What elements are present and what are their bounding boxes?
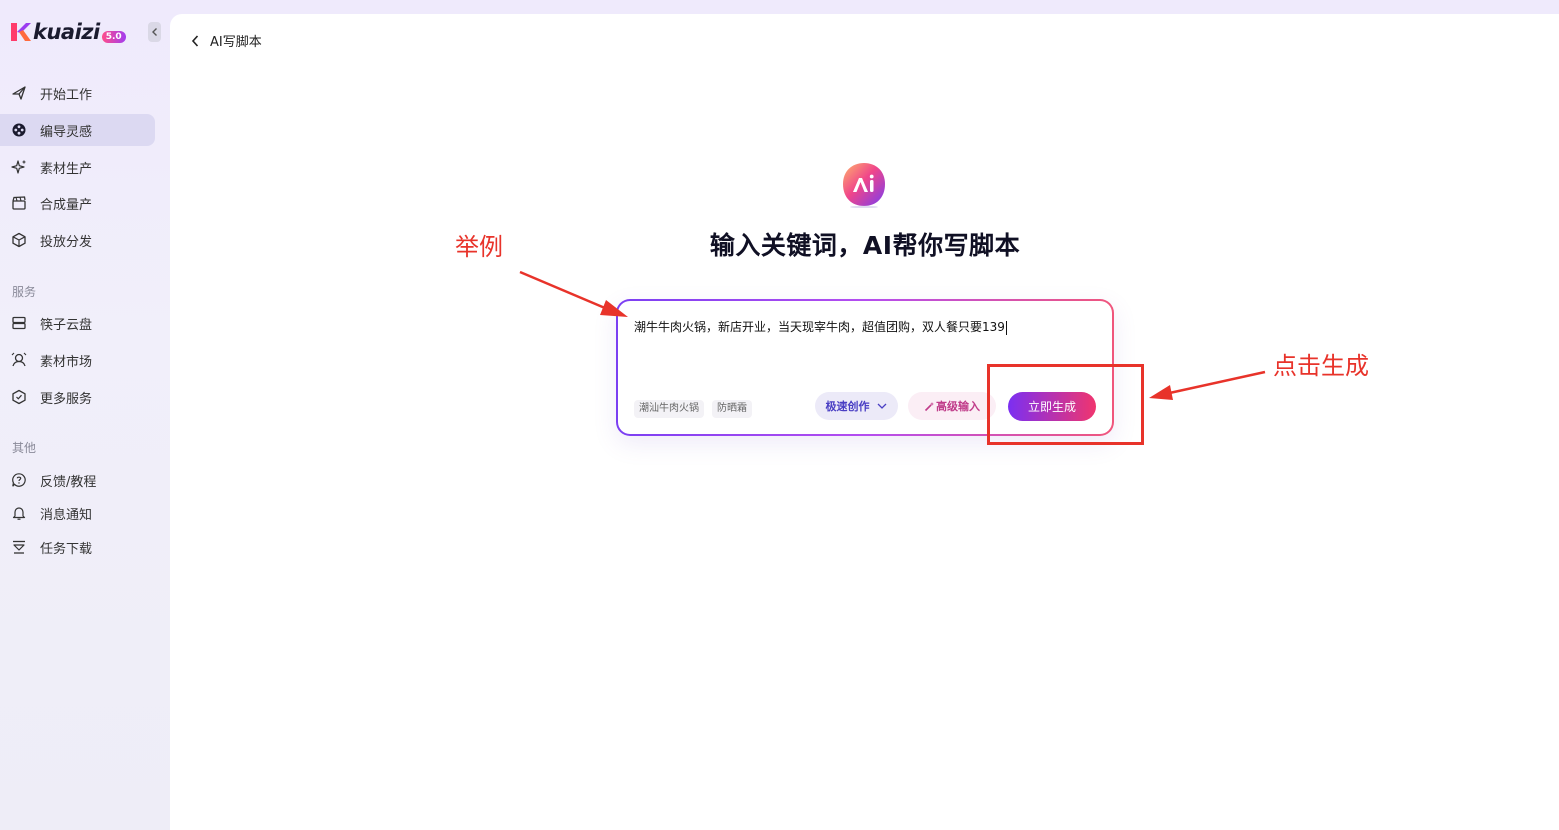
storage-icon bbox=[11, 315, 27, 331]
prompt-text[interactable]: 潮牛牛肉火锅，新店开业，当天现宰牛肉，超值团购，双人餐只要139 bbox=[634, 318, 1007, 335]
annotation-highlight-box bbox=[987, 364, 1144, 445]
example-chip[interactable]: 潮汕牛肉火锅 bbox=[634, 400, 704, 418]
sidebar-item-task-download[interactable]: 任务下载 bbox=[0, 531, 155, 563]
logo-text: kuaizi bbox=[33, 20, 100, 44]
sidebar-item-label: 更多服务 bbox=[40, 391, 93, 407]
advanced-label: 高级输入 bbox=[936, 400, 980, 413]
ai-logo-icon bbox=[843, 163, 885, 208]
sidebar-item-distribution[interactable]: 投放分发 bbox=[0, 224, 155, 256]
kuaizi-k-icon bbox=[11, 23, 31, 41]
section-label-services: 服务 bbox=[12, 285, 37, 299]
collapse-sidebar-button[interactable] bbox=[148, 22, 161, 42]
sidebar-item-label: 投放分发 bbox=[40, 234, 93, 250]
sidebar-item-label: 素材生产 bbox=[40, 161, 93, 177]
sidebar-item-notifications[interactable]: 消息通知 bbox=[0, 497, 155, 529]
advanced-input-button[interactable]: 高级输入 bbox=[908, 392, 996, 420]
chevron-left-icon bbox=[151, 28, 157, 36]
sidebar-item-label: 消息通知 bbox=[40, 507, 93, 523]
sidebar-item-label: 反馈/教程 bbox=[40, 474, 97, 490]
sidebar-item-label: 合成量产 bbox=[40, 197, 93, 213]
text-caret bbox=[1005, 320, 1007, 335]
chevron-down-icon bbox=[877, 403, 886, 409]
sidebar-item-label: 开始工作 bbox=[40, 87, 93, 103]
version-badge: 5.0 bbox=[101, 31, 126, 43]
film-reel-icon bbox=[11, 122, 27, 138]
sidebar-item-material-production[interactable]: 素材生产 bbox=[0, 151, 155, 183]
annotation-click-label: 点击生成 bbox=[1273, 352, 1369, 380]
prompt-value: 潮牛牛肉火锅，新店开业，当天现宰牛肉，超值团购，双人餐只要139 bbox=[634, 320, 1005, 334]
sparkle-icon bbox=[11, 159, 27, 175]
section-label-other: 其他 bbox=[12, 441, 37, 455]
sidebar-item-label: 筷子云盘 bbox=[40, 317, 93, 333]
back-button[interactable]: AI写脚本 bbox=[190, 31, 262, 50]
cube-icon bbox=[11, 232, 27, 248]
sidebar-item-label: 编导灵感 bbox=[40, 124, 93, 140]
sidebar-item-start-work[interactable]: 开始工作 bbox=[0, 77, 155, 109]
clapperboard-icon bbox=[11, 195, 27, 211]
chevron-left-icon bbox=[191, 34, 199, 47]
sidebar-item-director-inspiration[interactable]: 编导灵感 bbox=[0, 114, 155, 146]
market-icon bbox=[11, 352, 27, 368]
main-panel: AI写脚本 输入关键词，AI帮你写脚本 潮牛牛肉火锅，新店开业，当天现宰牛肉，超… bbox=[170, 14, 1559, 830]
annotation-example-label: 举例 bbox=[455, 233, 503, 261]
kuaizi-logo[interactable]: kuaizi 5.0 bbox=[9, 18, 126, 46]
hero-title: 输入关键词，AI帮你写脚本 bbox=[709, 231, 1021, 260]
sidebar: kuaizi 5.0 开始工作 编导灵感 素材生产 合成量产 投放分发 服务 筷… bbox=[0, 0, 168, 830]
download-icon bbox=[11, 539, 27, 555]
creation-mode-dropdown[interactable]: 极速创作 bbox=[815, 392, 898, 420]
sidebar-item-cloud-drive[interactable]: 筷子云盘 bbox=[0, 307, 155, 339]
sidebar-item-mass-compose[interactable]: 合成量产 bbox=[0, 187, 155, 219]
example-chip[interactable]: 防晒霜 bbox=[712, 400, 752, 418]
mode-label: 极速创作 bbox=[825, 400, 870, 413]
bell-icon bbox=[11, 505, 27, 521]
sidebar-item-material-market[interactable]: 素材市场 bbox=[0, 344, 155, 376]
sidebar-item-label: 素材市场 bbox=[40, 354, 93, 370]
sidebar-item-feedback[interactable]: 反馈/教程 bbox=[0, 464, 155, 496]
rocket-icon bbox=[11, 85, 27, 101]
more-services-icon bbox=[11, 389, 27, 405]
sidebar-item-more-services[interactable]: 更多服务 bbox=[0, 381, 155, 413]
page-title: AI写脚本 bbox=[210, 35, 262, 50]
sidebar-item-label: 任务下载 bbox=[40, 541, 93, 557]
magic-wand-icon bbox=[924, 401, 934, 411]
question-bubble-icon bbox=[11, 472, 27, 488]
